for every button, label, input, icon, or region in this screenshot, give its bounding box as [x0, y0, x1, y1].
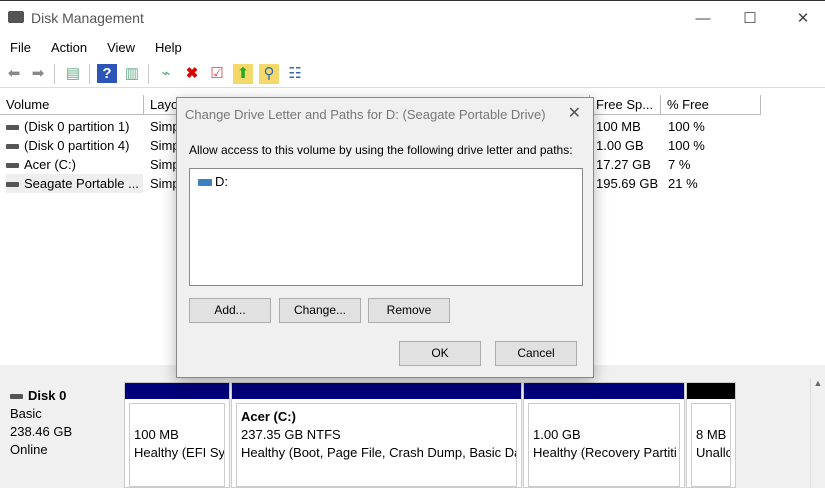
pct-cell: 100 % — [668, 138, 705, 153]
back-icon[interactable]: ⬅ — [4, 64, 24, 84]
drive-paths-list[interactable]: D: — [189, 168, 583, 286]
change-button[interactable]: Change... — [279, 298, 361, 323]
check-icon[interactable]: ☑ — [207, 64, 227, 84]
disk-status: Online — [10, 442, 48, 457]
column-percent-free[interactable]: % Free — [661, 95, 761, 115]
free-cell: 17.27 GB — [596, 157, 651, 172]
menu-help[interactable]: Help — [145, 38, 192, 58]
free-cell: 1.00 GB — [596, 138, 644, 153]
partition-size: 1.00 GB — [533, 427, 581, 442]
close-button[interactable]: ✕ — [780, 5, 825, 33]
partition-title: Acer (C:) — [241, 409, 296, 424]
vertical-scrollbar[interactable]: ▲ — [810, 378, 825, 488]
free-cell: 195.69 GB — [596, 176, 659, 191]
disk-0-label[interactable]: Disk 0 Basic 238.46 GB Online — [10, 387, 72, 459]
partition-status: Healthy (Boot, Page File, Crash Dump, Ba… — [241, 445, 517, 460]
show-pane-icon[interactable]: ▥ — [122, 64, 142, 84]
title-bar: Disk Management — ☐ ✕ — [0, 0, 825, 35]
scroll-up-icon[interactable]: ▲ — [811, 378, 825, 388]
dialog-close-icon[interactable]: ✕ — [568, 103, 581, 123]
pct-cell: 21 % — [668, 176, 698, 191]
change-drive-letter-dialog: Change Drive Letter and Paths for D: (Se… — [176, 97, 594, 378]
column-volume[interactable]: Volume — [0, 95, 144, 115]
volume-name: (Disk 0 partition 1) — [24, 119, 130, 134]
pct-cell: 7 % — [668, 157, 691, 172]
open-folder-icon[interactable]: ⬆ — [233, 64, 253, 84]
partition-acer-c[interactable]: Acer (C:) 237.35 GB NTFS Healthy (Boot, Pa… — [231, 382, 522, 488]
toolbar: ⬅ ➡ ▤ ? ▥ ⌁ ✖ ☑ ⬆ ⚲ ☷ — [0, 61, 825, 88]
menu-view[interactable]: View — [97, 38, 145, 58]
menu-file[interactable]: File — [0, 38, 41, 58]
explore-icon[interactable]: ⚲ — [259, 64, 279, 84]
path-item[interactable]: D: — [198, 174, 228, 189]
forward-icon[interactable]: ➡ — [28, 64, 48, 84]
help-icon[interactable]: ? — [97, 64, 117, 83]
volume-name: Seagate Portable ... — [24, 176, 139, 191]
partition-size: 8 MB — [696, 427, 727, 442]
partition-unallocated[interactable]: 8 MB Unallc — [686, 382, 736, 488]
disk-icon — [10, 394, 23, 400]
volume-icon — [6, 163, 19, 169]
remove-button[interactable]: Remove — [368, 298, 450, 323]
properties-icon[interactable]: ☷ — [285, 64, 305, 84]
disk-size: 238.46 GB — [10, 424, 73, 439]
volume-name: Acer (C:) — [24, 157, 76, 172]
drive-icon — [198, 179, 212, 187]
menu-action[interactable]: Action — [41, 38, 97, 58]
disk-map-pane: Disk 0 Basic 238.46 GB Online 100 MB Heal… — [0, 365, 825, 488]
cancel-button[interactable]: Cancel — [495, 341, 577, 366]
volume-icon — [6, 182, 19, 188]
partition-status: Healthy (Recovery Partiti — [533, 445, 677, 460]
add-button[interactable]: Add... — [189, 298, 271, 323]
dialog-instruction: Allow access to this volume by using the… — [189, 143, 573, 157]
delete-icon[interactable]: ✖ — [182, 64, 202, 84]
volume-icon — [6, 144, 19, 150]
partition-status: Healthy (EFI Sys — [134, 445, 225, 460]
disk-name: Disk 0 — [28, 388, 67, 403]
partition-status: Unallc — [696, 445, 731, 460]
path-label: D: — [215, 174, 228, 189]
column-free-space[interactable]: Free Sp... — [590, 95, 661, 115]
partition-size: 100 MB — [134, 427, 179, 442]
maximize-button[interactable]: ☐ — [727, 5, 773, 33]
dialog-title: Change Drive Letter and Paths for D: (Se… — [185, 107, 546, 122]
disk-type: Basic — [10, 406, 42, 421]
ok-button[interactable]: OK — [399, 341, 481, 366]
connect-disk-icon[interactable]: ⌁ — [156, 64, 176, 84]
volume-icon — [6, 125, 19, 131]
window-title: Disk Management — [31, 10, 144, 26]
volume-name: (Disk 0 partition 4) — [24, 138, 130, 153]
partition-recovery[interactable]: 1.00 GB Healthy (Recovery Partiti — [523, 382, 685, 488]
disk-management-icon — [8, 11, 24, 23]
partition-efi[interactable]: 100 MB Healthy (EFI Sys — [124, 382, 230, 488]
pct-cell: 100 % — [668, 119, 705, 134]
free-cell: 100 MB — [596, 119, 641, 134]
menu-bar: File Action View Help — [0, 38, 192, 58]
console-tree-icon[interactable]: ▤ — [63, 64, 83, 84]
minimize-button[interactable]: — — [680, 5, 726, 33]
partition-size: 237.35 GB NTFS — [241, 427, 341, 442]
